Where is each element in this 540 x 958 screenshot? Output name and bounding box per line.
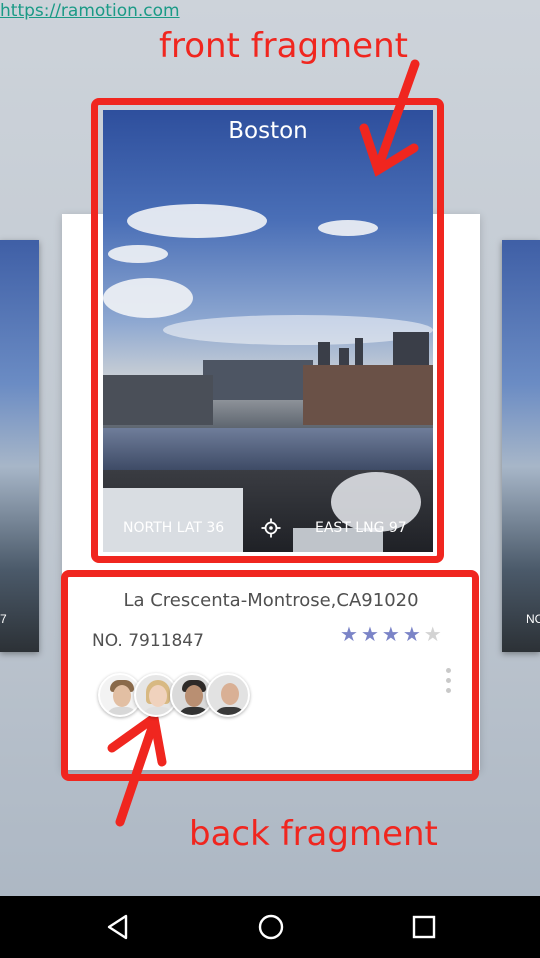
next-card[interactable]: NC [502,240,540,652]
avatar-face [221,683,239,705]
previous-card[interactable]: 7 [0,240,39,652]
front-fragment-annotation: front fragment [159,26,408,66]
source-url-link[interactable]: https://ramotion.com [0,1,180,21]
avatar-man-bald[interactable] [206,673,250,717]
navigation-bar [0,896,540,958]
previous-card-label: 7 [0,612,7,626]
square-recent-icon[interactable] [410,913,438,941]
front-fragment-highlight-box [91,98,444,563]
triangle-back-icon[interactable] [104,913,132,941]
circle-home-icon[interactable] [257,913,285,941]
avatar-face [185,685,203,707]
next-card-label: NC [526,612,540,626]
back-fragment-annotation: back fragment [189,814,438,854]
avatar-face [149,685,167,707]
avatar-face [113,685,131,707]
